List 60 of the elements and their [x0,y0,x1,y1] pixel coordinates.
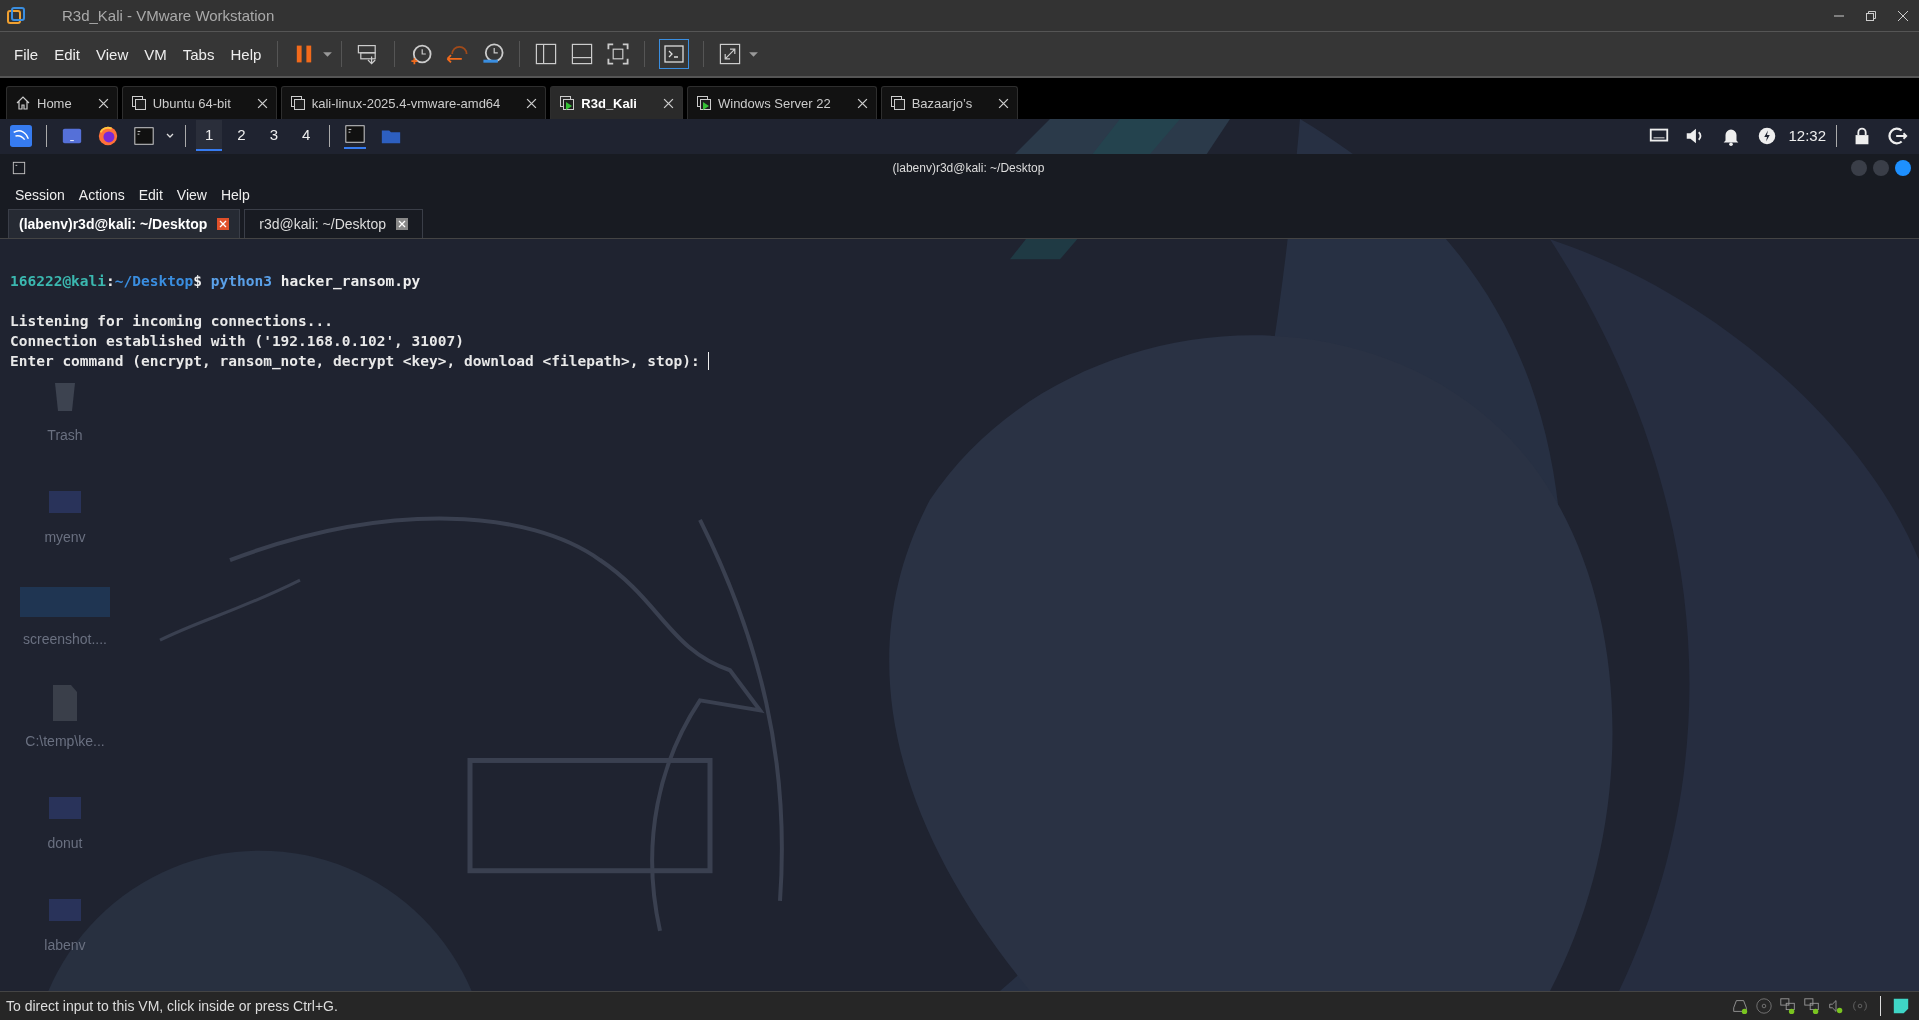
close-icon[interactable] [1897,9,1909,22]
clock[interactable]: 12:32 [1788,127,1826,144]
close-icon[interactable] [217,218,230,230]
output-line: Enter command (encrypt, ransom_note, decrypt <key>, download <filepath>, stop): [10,352,701,371]
kali-menu-icon[interactable] [10,124,32,147]
menu-item[interactable]: File [6,45,47,63]
network-icon[interactable] [1803,997,1821,1015]
note-icon[interactable] [1892,997,1910,1015]
output-line: Listening for incoming connections... [10,312,333,331]
menu-item[interactable]: Tabs [174,45,223,63]
workspace-button[interactable]: 3 [260,120,288,151]
workspace-button[interactable]: 2 [228,120,255,151]
close-icon[interactable] [256,97,268,109]
prompt-line: 166222@kali:~/Desktop$ python3 hacker_ransom.py [10,272,422,291]
vm-tab[interactable]: kali-linux-2025.4-vmware-amd64 [280,86,547,119]
vm-tab[interactable]: Ubuntu 64-bit [121,86,277,119]
close-icon[interactable] [97,97,109,109]
vm-tab[interactable]: R3d_Kali [550,86,683,119]
vm-tab[interactable]: Windows Server 22 [686,86,877,119]
terminal-title: (labenv)r3d@kali: ~/Desktop [892,161,1045,175]
menu-item[interactable]: Help [220,187,250,203]
menu-item[interactable]: Actions [78,187,125,203]
window-title: R3d_Kali - VMware Workstation [62,7,275,24]
vmware-logo-icon [6,5,26,26]
close-icon[interactable] [526,97,538,109]
vm-tab[interactable]: Home [6,86,118,119]
menu-item[interactable]: VM [136,45,175,63]
fullscreen-icon[interactable] [606,42,631,66]
close-icon[interactable] [856,97,868,109]
snapshot-icon[interactable] [409,42,434,66]
console-view-icon[interactable] [659,39,690,69]
workspace-button[interactable]: 4 [293,120,320,151]
workspace-button[interactable]: 1 [196,120,223,151]
terminal-tab[interactable]: (labenv)r3d@kali: ~/Desktop [8,209,241,238]
cd-icon[interactable] [1755,997,1773,1015]
menu-item[interactable]: Edit [46,45,89,63]
home-icon [15,95,31,111]
menu-item[interactable]: Help [222,45,270,63]
menu-item[interactable]: View [176,187,207,203]
restore-icon[interactable] [1865,9,1877,22]
terminal-task-icon[interactable] [344,122,367,149]
close-icon[interactable] [662,97,674,109]
terminal-icon [12,161,26,175]
status-message: To direct input to this VM, click inside or press Ctrl+G. [6,998,338,1014]
menu-item[interactable]: View [88,45,137,63]
thumbnail-bar-icon[interactable] [570,42,595,66]
close-icon[interactable] [998,97,1010,109]
sidebar-icon[interactable] [534,42,559,66]
menu-item[interactable]: Edit [138,187,163,203]
terminal-icon[interactable] [133,124,155,147]
snapshot-manager-icon[interactable] [481,42,506,66]
terminal-tab[interactable]: r3d@kali: ~/Desktop [244,209,423,238]
close-button[interactable] [1895,160,1911,176]
vm-tab[interactable]: Bazaarjo’s [880,86,1019,119]
network-icon[interactable] [1779,997,1797,1015]
stretch-icon[interactable] [718,42,743,66]
firefox-icon[interactable] [97,124,119,147]
menu-item[interactable]: Session [15,187,65,203]
sound-icon[interactable] [1827,997,1845,1015]
output-line: Connection established with ('192.168.0.102', 31007) [10,332,464,351]
